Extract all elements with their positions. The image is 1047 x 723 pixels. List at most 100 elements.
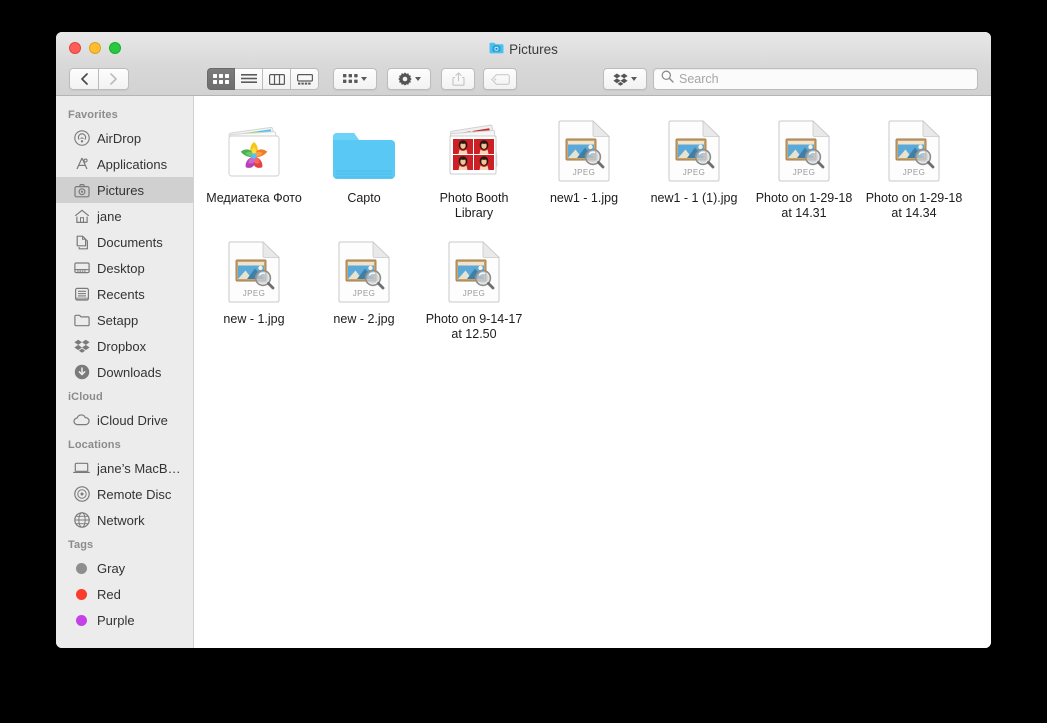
svg-text:JPEG: JPEG (793, 168, 816, 177)
sidebar-section-header-tags: Tags (68, 539, 94, 551)
folder-icon (73, 312, 90, 329)
file-item[interactable]: JPEG new1 - 1.jpg (529, 110, 639, 221)
jpeg-file-icon: JPEG (668, 114, 720, 182)
icloud-icon (73, 412, 90, 429)
file-item-label: new - 1.jpg (223, 312, 285, 326)
remote-disc-icon (73, 486, 90, 503)
desktop-icon (73, 260, 90, 277)
sidebar-item-gray[interactable]: Gray (56, 555, 193, 581)
photo-booth-library-icon (442, 114, 506, 182)
sidebar-item-label: Recents (97, 286, 145, 302)
home-icon (73, 208, 90, 225)
sidebar-item-red[interactable]: Red (56, 581, 193, 607)
file-item[interactable]: Медиатека Фото (199, 110, 309, 221)
sidebar-item-documents[interactable]: Documents (56, 229, 193, 255)
sidebar-item-label: jane (97, 208, 122, 224)
sidebar-item-label: Documents (97, 234, 163, 250)
file-item-label: Photo on 1-29-18 at 14.31 (755, 191, 853, 220)
sidebar-item-remote-disc[interactable]: Remote Disc (56, 481, 193, 507)
sidebar-item-label: Pictures (97, 182, 144, 198)
sidebar-item-airdrop[interactable]: AirDrop (56, 125, 193, 151)
sidebar-item-network[interactable]: Network (56, 507, 193, 533)
sidebar-item-recents[interactable]: Recents (56, 281, 193, 307)
search-input[interactable] (679, 72, 970, 86)
file-item-label: new - 2.jpg (333, 312, 395, 326)
file-item[interactable]: JPEG new1 - 1 (1).jpg (639, 110, 749, 221)
list-view-button[interactable] (235, 68, 263, 90)
tag-dot-icon (73, 612, 90, 629)
sidebar-item-label: iCloud Drive (97, 412, 168, 428)
recents-icon (73, 286, 90, 303)
action-button[interactable] (387, 68, 431, 90)
chevron-down-icon (414, 77, 421, 81)
documents-icon (73, 234, 90, 251)
file-item[interactable]: JPEG Photo on 1-29-18 at 14.34 (859, 110, 969, 221)
chevron-down-icon (631, 77, 637, 81)
tag-dot-icon (73, 586, 90, 603)
sidebar-item-dropbox[interactable]: Dropbox (56, 333, 193, 359)
downloads-icon (73, 364, 90, 381)
window-title: Pictures (56, 41, 991, 58)
sidebar-section-header-locations: Locations (68, 439, 121, 451)
pictures-icon (73, 182, 90, 199)
svg-text:JPEG: JPEG (573, 168, 596, 177)
airdrop-icon (73, 130, 90, 147)
sidebar-item-jane-s-macb[interactable]: jane’s MacB… (56, 455, 193, 481)
tag-button[interactable] (483, 68, 517, 90)
file-browser-area[interactable]: Медиатека Фото Capto Photo Booth Library… (194, 96, 991, 648)
gallery-view-button[interactable] (291, 68, 319, 90)
folder-icon (332, 114, 396, 182)
photos-library-icon (222, 114, 286, 182)
jpeg-file-icon: JPEG (888, 114, 940, 182)
forward-button[interactable] (99, 68, 129, 90)
toolbar (56, 62, 991, 96)
window-title-text: Pictures (509, 42, 558, 57)
file-item-label: Photo on 1-29-18 at 14.34 (865, 191, 963, 220)
jpeg-file-icon: JPEG (228, 235, 280, 303)
sidebar-item-setapp[interactable]: Setapp (56, 307, 193, 333)
svg-text:JPEG: JPEG (903, 168, 926, 177)
file-item[interactable]: JPEG new - 1.jpg (199, 231, 309, 342)
icon-grid: Медиатека Фото Capto Photo Booth Library… (194, 110, 991, 342)
sidebar-item-label: Desktop (97, 260, 145, 276)
icon-view-button[interactable] (207, 68, 235, 90)
file-item[interactable]: Capto (309, 110, 419, 221)
sidebar-item-downloads[interactable]: Downloads (56, 359, 193, 385)
file-item-label: Медиатека Фото (206, 191, 302, 205)
column-view-button[interactable] (263, 68, 291, 90)
file-item-label: new1 - 1.jpg (549, 191, 619, 205)
search-field[interactable] (653, 68, 978, 90)
sidebar-item-applications[interactable]: Applications (56, 151, 193, 177)
sidebar-item-label: Gray (97, 560, 126, 576)
sidebar: Favorites AirDrop Applications Pictures jane… (56, 96, 194, 648)
sidebar-item-purple[interactable]: Purple (56, 607, 193, 633)
sidebar-item-pictures[interactable]: Pictures (56, 177, 193, 203)
pictures-folder-icon (489, 41, 504, 58)
sidebar-section-header-icloud: iCloud (68, 391, 103, 403)
sidebar-item-icloud-drive[interactable]: iCloud Drive (56, 407, 193, 433)
network-icon (73, 512, 90, 529)
jpeg-file-icon: JPEG (338, 235, 390, 303)
tag-dot-icon (73, 560, 90, 577)
sidebar-item-jane[interactable]: jane (56, 203, 193, 229)
window-body: Favorites AirDrop Applications Pictures jane… (56, 96, 991, 648)
file-item[interactable]: JPEG Photo on 9-14-17 at 12.50 (419, 231, 529, 342)
sidebar-item-label: Remote Disc (97, 486, 172, 502)
dropbox-toolbar-button[interactable] (603, 68, 647, 90)
jpeg-file-icon: JPEG (778, 114, 830, 182)
view-mode-segmented-control (207, 68, 319, 90)
share-button[interactable] (441, 68, 475, 90)
window-chrome: Pictures (56, 32, 991, 96)
file-item[interactable]: Photo Booth Library (419, 110, 529, 221)
file-item[interactable]: JPEG new - 2.jpg (309, 231, 419, 342)
file-item[interactable]: JPEG Photo on 1-29-18 at 14.31 (749, 110, 859, 221)
chevron-down-icon (361, 77, 367, 81)
arrange-by-button[interactable] (333, 68, 377, 90)
sidebar-item-desktop[interactable]: Desktop (56, 255, 193, 281)
applications-icon (73, 156, 90, 173)
sidebar-section-header-favorites: Favorites (68, 109, 118, 121)
sidebar-item-label: Dropbox (97, 338, 147, 354)
back-button[interactable] (69, 68, 99, 90)
sidebar-item-label: Applications (97, 156, 168, 172)
file-item-label: Capto (347, 191, 381, 205)
